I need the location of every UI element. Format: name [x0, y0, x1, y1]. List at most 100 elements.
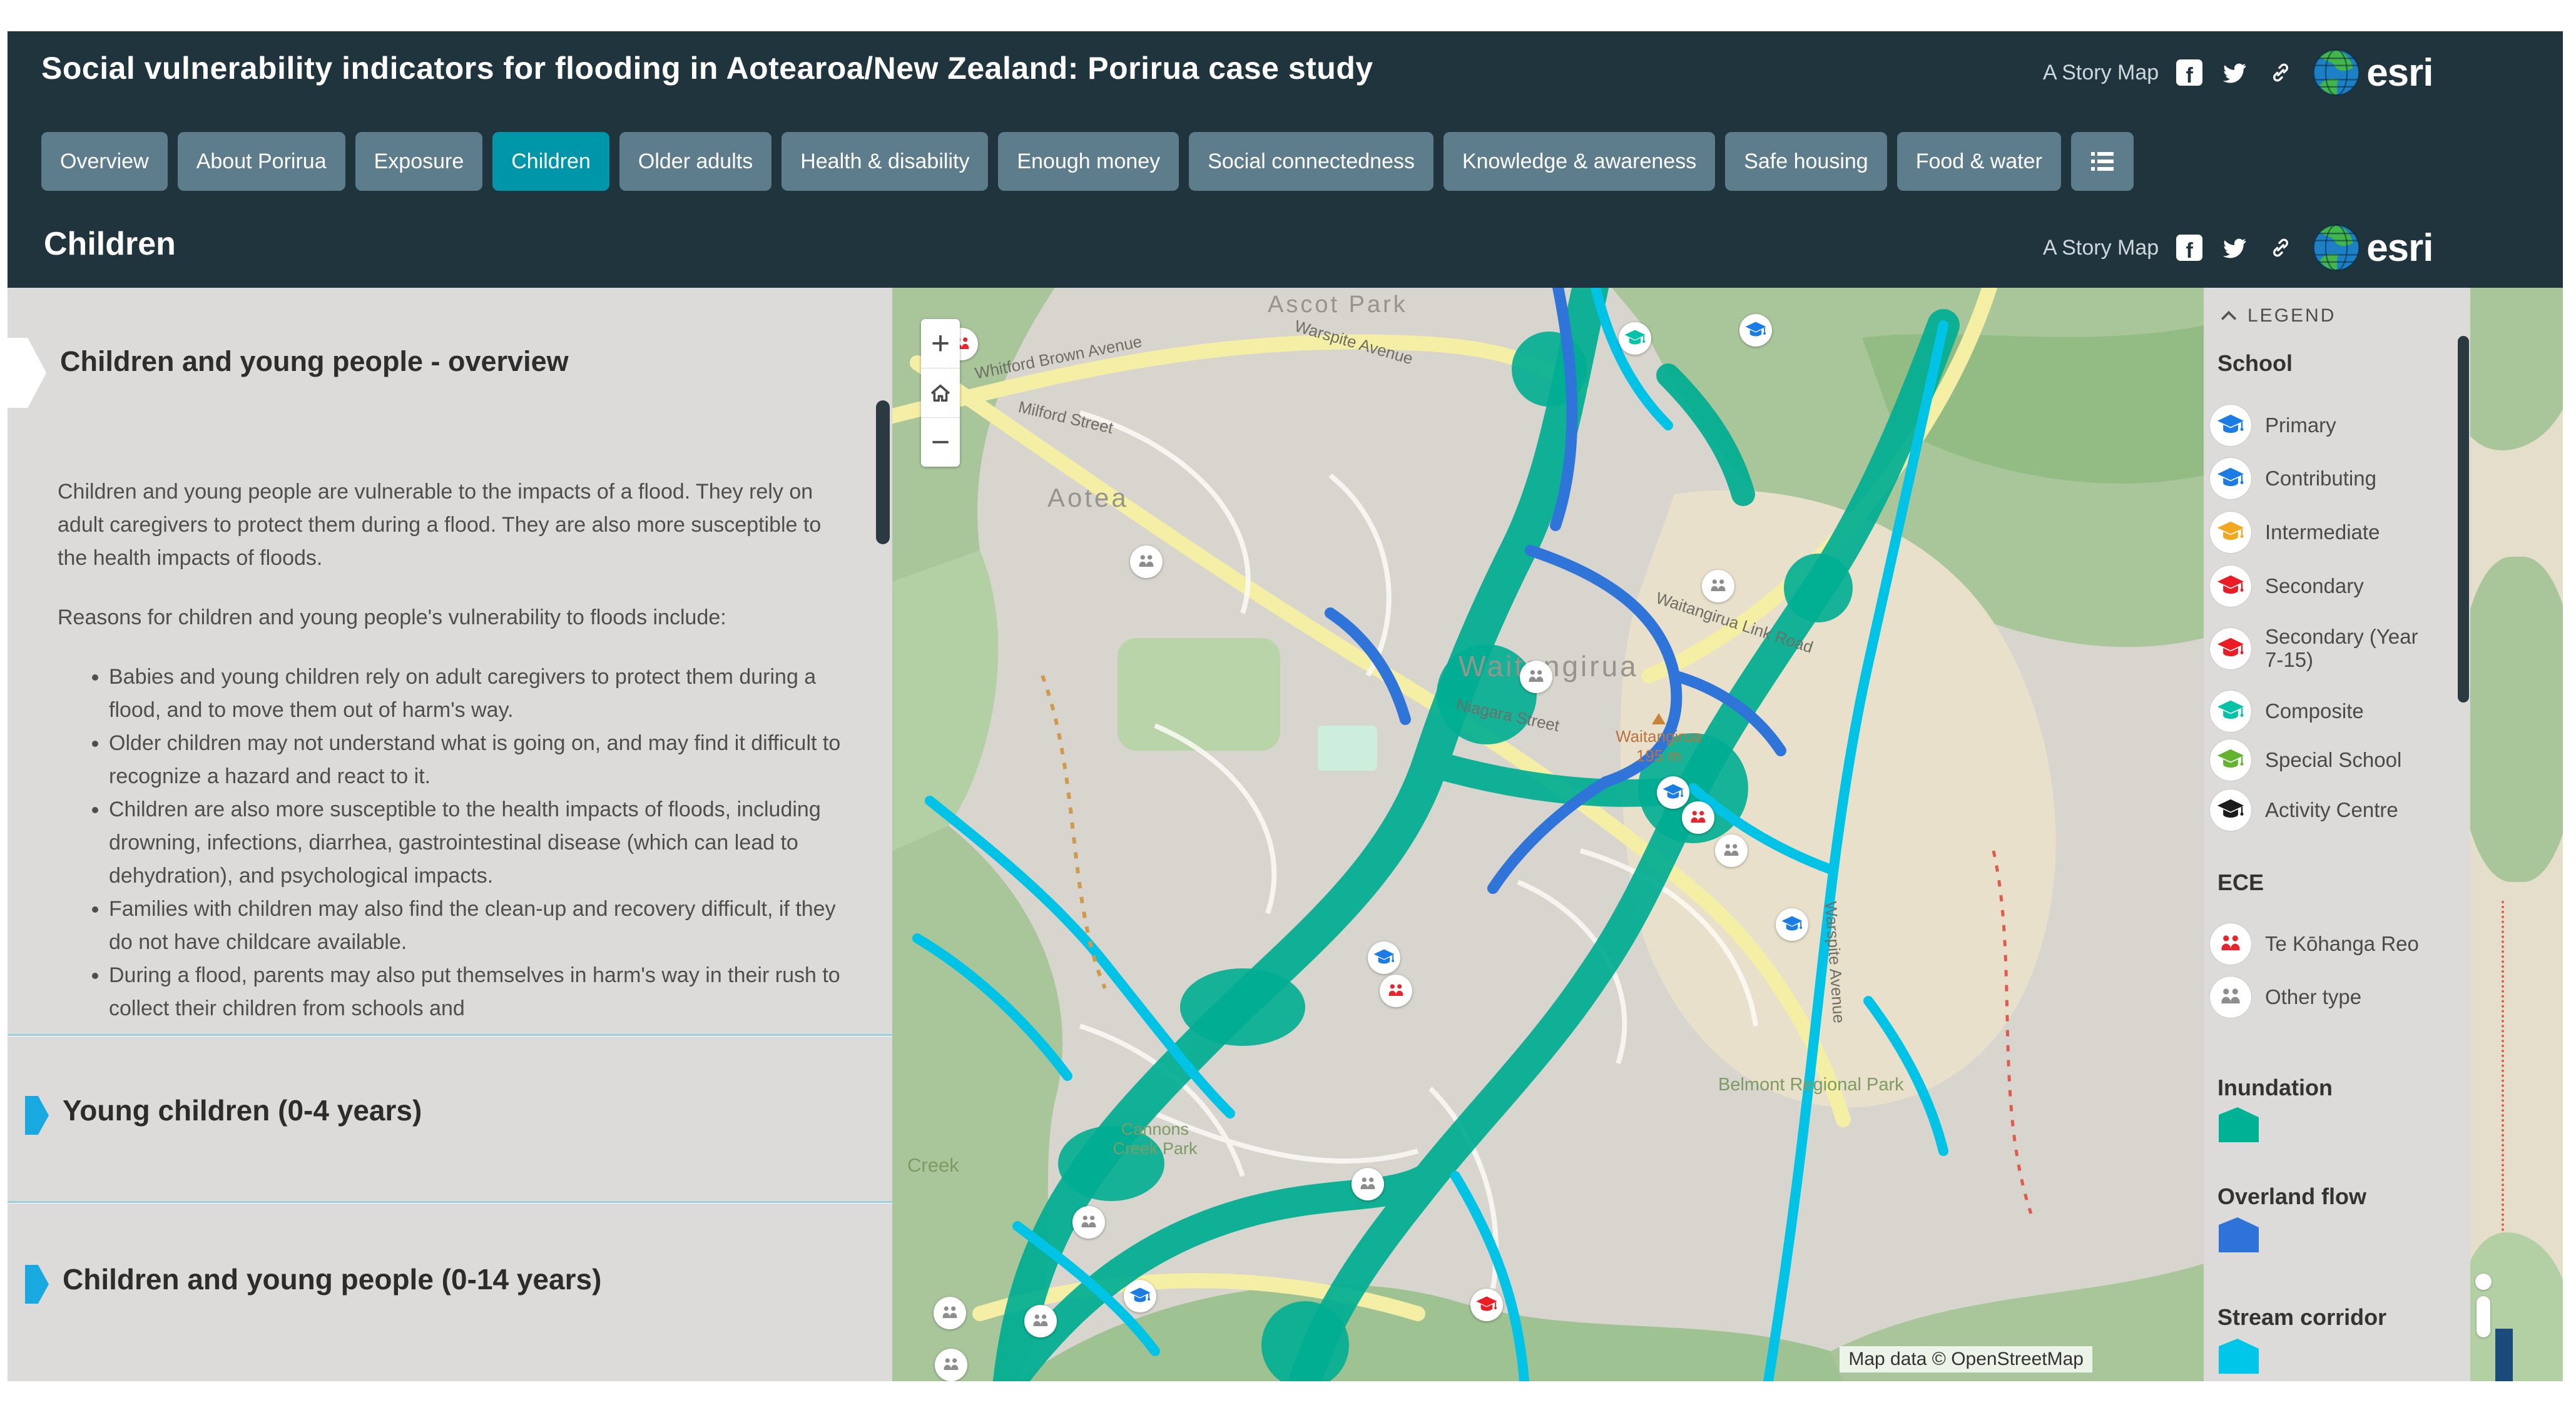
- reasons-list: Babies and young children rely on adult …: [58, 661, 855, 1025]
- legend-group-overland: Overland flow: [2217, 1184, 2366, 1210]
- esri-logo[interactable]: esri: [2313, 49, 2433, 96]
- legend-item: Other type: [2210, 976, 2453, 1018]
- school-marker-primary[interactable]: [1739, 314, 1772, 347]
- overview-heading: Children and young people - overview: [60, 345, 569, 378]
- overview-section: Children and young people - overview Chi…: [8, 288, 892, 1034]
- ece-marker-kohanga[interactable]: [1682, 801, 1714, 834]
- ece-marker-other[interactable]: [1072, 1206, 1105, 1239]
- tab-safe-housing[interactable]: Safe housing: [1725, 132, 1887, 191]
- legend-scrollbar[interactable]: [2458, 336, 2469, 702]
- list-menu-icon: [2090, 151, 2115, 172]
- twitter-icon[interactable]: [2220, 58, 2249, 87]
- esri-logo[interactable]: esri: [2313, 224, 2433, 271]
- list-item: Babies and young children rely on adult …: [109, 661, 855, 727]
- story-panel: Children and young people - overview Chi…: [8, 288, 892, 1381]
- header-brand-row: A Story Map f esri: [2043, 48, 2433, 98]
- school-marker-secondary[interactable]: [1470, 1289, 1503, 1321]
- children-icon: [2210, 923, 2251, 965]
- inundation-swatch: [2219, 1107, 2259, 1145]
- legend-item: Activity Centre: [2210, 789, 2453, 831]
- section-title: Children: [44, 225, 176, 263]
- zoom-in-button[interactable]: +: [921, 319, 960, 368]
- legend-header[interactable]: LEGEND: [2220, 305, 2336, 327]
- graduation-cap-icon: [2210, 739, 2251, 781]
- nav-tabs: Overview About Porirua Exposure Children…: [41, 132, 2144, 191]
- tab-enough-money[interactable]: Enough money: [998, 132, 1179, 191]
- map-label-ascot-park: Ascot Park: [1268, 292, 1408, 318]
- school-marker-primary[interactable]: [1124, 1280, 1156, 1312]
- ece-marker-other[interactable]: [1352, 1168, 1384, 1200]
- home-button[interactable]: [921, 368, 960, 418]
- facebook-icon[interactable]: f: [2176, 235, 2202, 261]
- legend-item: Contributing: [2210, 458, 2453, 499]
- school-marker-primary[interactable]: [1368, 941, 1400, 974]
- school-marker-composite[interactable]: [1619, 322, 1651, 355]
- facebook-icon[interactable]: f: [2176, 59, 2202, 86]
- ece-marker-kohanga[interactable]: [1380, 975, 1412, 1007]
- share-link-icon[interactable]: [2266, 233, 2295, 262]
- tab-about-porirua[interactable]: About Porirua: [178, 132, 345, 191]
- overview-text: Children and young people are vulnerable…: [58, 475, 855, 1025]
- tab-food-water[interactable]: Food & water: [1897, 132, 2061, 191]
- panel-scrollbar[interactable]: [876, 400, 890, 544]
- graduation-cap-icon: [2210, 458, 2251, 499]
- story-map-label: A Story Map: [2043, 61, 2159, 85]
- map-trail-dashed: [2502, 901, 2507, 1251]
- tab-health-disability[interactable]: Health & disability: [781, 132, 988, 191]
- legend-item: Primary: [2210, 405, 2453, 446]
- tab-knowledge-awareness[interactable]: Knowledge & awareness: [1443, 132, 1715, 191]
- legend-item: Secondary (Year 7-15): [2210, 626, 2428, 672]
- tab-social-connectedness[interactable]: Social connectedness: [1189, 132, 1433, 191]
- chevron-right-icon: [25, 1265, 49, 1304]
- paragraph: Reasons for children and young people's …: [58, 601, 855, 634]
- tab-exposure[interactable]: Exposure: [355, 132, 483, 191]
- map-edge-bar: [2495, 1329, 2513, 1381]
- section-brand-row: A Story Map f esri: [2043, 223, 2433, 273]
- legend-item: Special School: [2210, 739, 2453, 781]
- section-divider: [8, 1034, 892, 1037]
- zoom-out-button[interactable]: −: [921, 418, 960, 467]
- info-marker-dot[interactable]: [2475, 1274, 2492, 1290]
- map-edge-strip: [2470, 288, 2563, 1381]
- map-green-patch: [2470, 557, 2563, 882]
- ece-marker-other[interactable]: [1702, 570, 1734, 602]
- twitter-icon[interactable]: [2220, 233, 2249, 262]
- active-section-pointer-icon: [8, 338, 46, 408]
- chevron-up-icon: [2220, 310, 2237, 322]
- ece-marker-other[interactable]: [1715, 834, 1748, 867]
- tab-more-menu[interactable]: [2071, 132, 2134, 191]
- ece-marker-other[interactable]: [1520, 661, 1552, 693]
- info-marker-stem: [2477, 1296, 2490, 1337]
- graduation-cap-icon: [2210, 789, 2251, 831]
- ece-marker-other[interactable]: [934, 1297, 966, 1329]
- map-label-aotea: Aotea: [1047, 483, 1129, 513]
- story-map-label: A Story Map: [2043, 236, 2159, 260]
- ece-marker-other[interactable]: [935, 1349, 967, 1381]
- graduation-cap-icon: [2210, 405, 2251, 446]
- tab-overview[interactable]: Overview: [41, 132, 168, 191]
- storymap-app: Social vulnerability indicators for floo…: [0, 0, 2576, 1405]
- map-canvas[interactable]: Ascot Park Warspite Avenue Whitford Brow…: [892, 288, 2204, 1381]
- map-attribution: Map data © OpenStreetMap: [1840, 1346, 2092, 1372]
- ece-marker-other[interactable]: [1024, 1305, 1057, 1337]
- legend-item: Te Kōhanga Reo: [2210, 923, 2453, 965]
- list-item: During a flood, parents may also put the…: [109, 959, 855, 1025]
- list-item: Older children may not understand what i…: [109, 727, 855, 793]
- ece-marker-other[interactable]: [1130, 545, 1163, 578]
- share-link-icon[interactable]: [2266, 58, 2295, 87]
- school-marker-primary[interactable]: [1657, 776, 1689, 809]
- tab-children[interactable]: Children: [492, 132, 609, 191]
- map-label-belmont-park: Belmont Regional Park: [1718, 1075, 1904, 1095]
- graduation-cap-icon: [2210, 628, 2251, 669]
- legend-item: Intermediate: [2210, 512, 2453, 553]
- graduation-cap-icon: [2210, 512, 2251, 553]
- esri-globe-icon: [2313, 49, 2360, 96]
- home-icon: [927, 380, 954, 406]
- school-marker-primary[interactable]: [1776, 908, 1808, 941]
- esri-globe-icon: [2313, 224, 2360, 271]
- map-peak-marker: Waitangirua 195 m: [1612, 713, 1706, 766]
- overland-flow-swatch: [2219, 1217, 2259, 1255]
- tab-older-adults[interactable]: Older adults: [619, 132, 771, 191]
- graduation-cap-icon: [2210, 691, 2251, 732]
- paragraph: Children and young people are vulnerable…: [58, 475, 855, 575]
